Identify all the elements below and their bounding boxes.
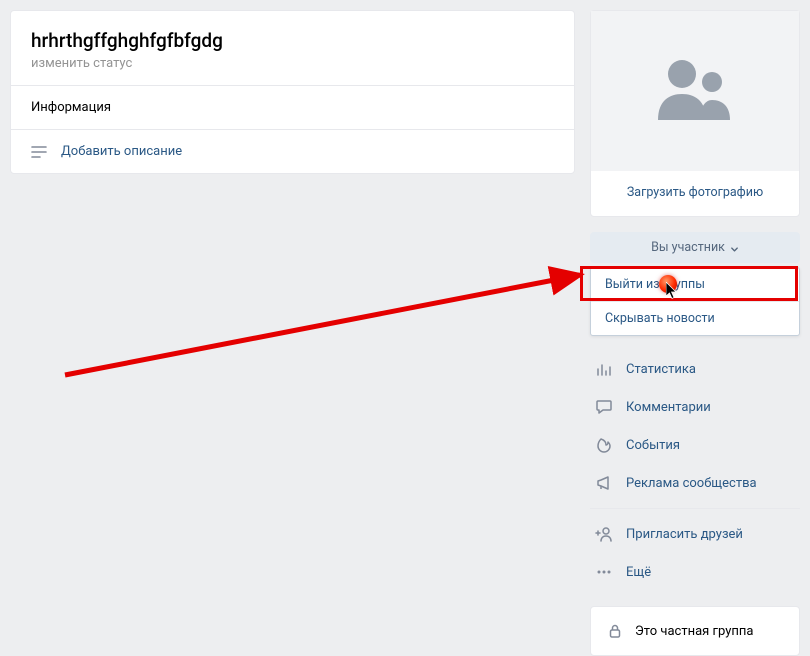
photo-placeholder-box — [591, 11, 799, 171]
text-lines-icon — [31, 145, 47, 159]
private-group-label: Это частная группа — [635, 624, 753, 639]
profile-header: hrhrthgffghghfgfbfgdg изменить статус — [11, 11, 574, 86]
leave-group-item[interactable]: Выйти из группы — [591, 268, 799, 302]
menu-ads[interactable]: Реклама сообщества — [590, 464, 800, 502]
photo-card: Загрузить фотографию — [590, 10, 800, 217]
stats-icon — [594, 359, 614, 379]
chevron-down-icon — [730, 243, 739, 252]
hide-news-item[interactable]: Скрывать новости — [591, 302, 799, 335]
menu-label: Пригласить друзей — [626, 527, 743, 542]
add-description-row[interactable]: Добавить описание — [11, 130, 574, 173]
membership-block: Вы участник Выйти из группы Скрывать нов… — [590, 232, 800, 591]
dots-icon — [594, 562, 614, 582]
member-status-button[interactable]: Вы участник — [590, 232, 800, 263]
side-menu: Статистика Комментарии События — [590, 350, 800, 591]
add-user-icon — [594, 524, 614, 544]
menu-stats[interactable]: Статистика — [590, 350, 800, 388]
menu-more[interactable]: Ещё — [590, 553, 800, 591]
member-dropdown: Выйти из группы Скрывать новости — [590, 267, 800, 336]
menu-label: Комментарии — [626, 400, 711, 415]
status-edit[interactable]: изменить статус — [31, 56, 554, 71]
menu-label: Реклама сообщества — [626, 476, 757, 491]
menu-label: События — [626, 438, 680, 453]
private-group-card: Это частная группа — [590, 606, 800, 656]
menu-label: Статистика — [626, 362, 696, 377]
menu-label: Ещё — [626, 565, 651, 580]
menu-comments[interactable]: Комментарии — [590, 388, 800, 426]
events-icon — [594, 435, 614, 455]
comment-icon — [594, 397, 614, 417]
group-avatar-icon — [650, 54, 740, 128]
info-label: Информация — [11, 86, 574, 130]
member-status-label: Вы участник — [651, 240, 725, 255]
group-title: hrhrthgffghghfgfbfgdg — [31, 29, 554, 52]
menu-separator — [590, 508, 800, 509]
menu-events[interactable]: События — [590, 426, 800, 464]
lock-icon — [605, 621, 625, 641]
add-description-link[interactable]: Добавить описание — [61, 144, 182, 159]
megaphone-icon — [594, 473, 614, 493]
upload-photo-link[interactable]: Загрузить фотографию — [591, 171, 799, 216]
menu-invite[interactable]: Пригласить друзей — [590, 515, 800, 553]
profile-card: hrhrthgffghghfgfbfgdg изменить статус Ин… — [10, 10, 575, 174]
